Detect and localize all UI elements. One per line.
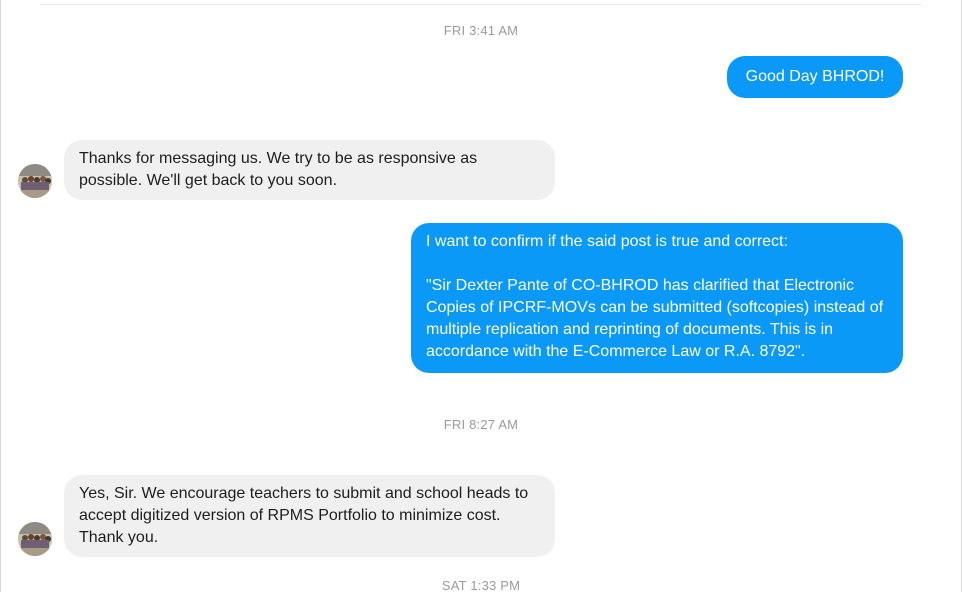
timestamp-fri-827: FRI 8:27 AM bbox=[443, 417, 519, 432]
timestamp-fri-341: FRI 3:41 AM bbox=[443, 23, 519, 38]
page-avatar-icon[interactable] bbox=[18, 522, 52, 556]
message-outgoing-confirmation[interactable]: I want to confirm if the said post is tr… bbox=[411, 223, 903, 373]
timestamp-sat-133: SAT 1:33 PM bbox=[441, 578, 521, 592]
page-avatar-icon[interactable] bbox=[18, 164, 52, 198]
chat-window: FRI 3:41 AM Good Day BHROD! Thanks for m… bbox=[0, 0, 962, 592]
message-incoming-reply[interactable]: Yes, Sir. We encourage teachers to submi… bbox=[64, 475, 555, 557]
message-incoming-auto-reply[interactable]: Thanks for messaging us. We try to be as… bbox=[64, 140, 555, 200]
message-outgoing-greeting[interactable]: Good Day BHROD! bbox=[727, 56, 903, 98]
top-divider bbox=[40, 4, 922, 5]
